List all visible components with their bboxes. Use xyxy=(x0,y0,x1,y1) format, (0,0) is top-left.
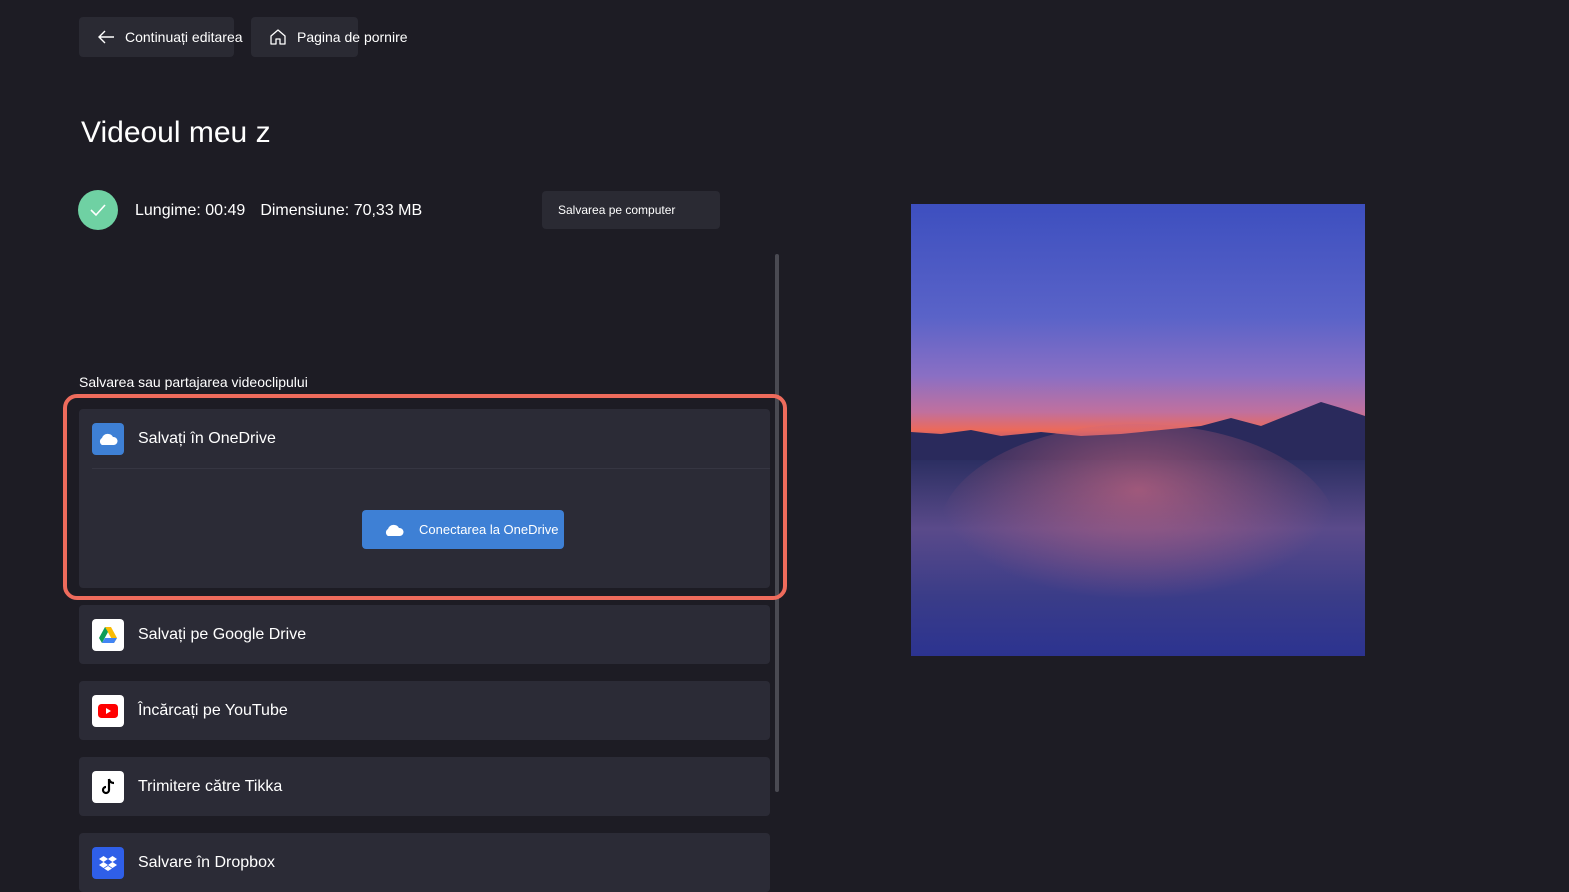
dropbox-label: Salvare în Dropbox xyxy=(138,854,275,871)
youtube-icon xyxy=(92,695,124,727)
tikka-label: Trimitere către Tikka xyxy=(138,778,283,795)
video-length: Lungime: 00:49 xyxy=(135,202,246,219)
share-section-label: Salvarea sau partajarea videoclipului xyxy=(79,374,308,390)
tiktok-icon xyxy=(92,771,124,803)
save-to-computer-button[interactable]: Salvarea pe computer xyxy=(542,191,720,229)
onedrive-label: Salvați în OneDrive xyxy=(138,430,276,447)
dropbox-icon xyxy=(92,847,124,879)
youtube-label: Încărcați pe YouTube xyxy=(138,702,288,719)
tikka-card[interactable]: Trimitere către Tikka xyxy=(79,757,770,816)
google-drive-label: Salvați pe Google Drive xyxy=(138,626,307,643)
video-meta: Lungime: 00:49 Dimensiune: 70,33 MB xyxy=(135,202,422,220)
dropbox-card[interactable]: Salvare în Dropbox xyxy=(79,833,770,892)
video-preview[interactable] xyxy=(911,204,1365,656)
onedrive-card[interactable]: Salvați în OneDrive Conectarea la OneDri… xyxy=(79,409,770,588)
share-list-scrollbar[interactable] xyxy=(775,254,779,792)
youtube-card[interactable]: Încărcați pe YouTube xyxy=(79,681,770,740)
google-drive-icon xyxy=(92,619,124,651)
onedrive-divider xyxy=(92,468,770,469)
onedrive-icon xyxy=(92,423,124,455)
home-page-label: Pagina de pornire xyxy=(297,29,408,45)
connect-onedrive-button[interactable]: Conectarea la OneDrive xyxy=(362,510,564,549)
google-drive-card[interactable]: Salvați pe Google Drive xyxy=(79,605,770,664)
export-complete-check-icon xyxy=(78,190,118,230)
continue-editing-label: Continuați editarea xyxy=(125,29,243,45)
arrow-left-icon xyxy=(98,30,114,44)
cloud-icon xyxy=(385,524,404,536)
connect-onedrive-label: Conectarea la OneDrive xyxy=(419,522,559,537)
continue-editing-button[interactable]: Continuați editarea xyxy=(79,17,243,57)
home-icon xyxy=(270,29,286,45)
video-title: Videoul meu z xyxy=(81,116,271,149)
video-size: Dimensiune: 70,33 MB xyxy=(260,202,423,219)
home-page-button[interactable]: Pagina de pornire xyxy=(251,17,408,57)
